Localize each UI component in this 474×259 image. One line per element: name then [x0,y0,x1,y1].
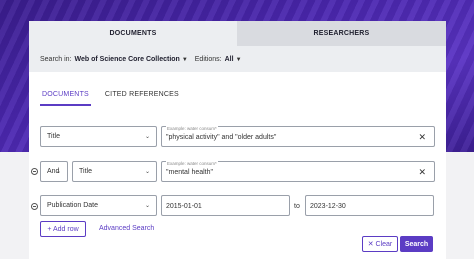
field-select-row1[interactable]: Title ⌄ [40,126,157,147]
date-range-to-label: to [294,203,300,210]
editions-value: All [224,55,234,63]
add-row-button[interactable]: + Add row [40,221,86,237]
input-placeholder: Example: water consum* [166,126,218,131]
chevron-down-icon: ⌄ [55,169,61,175]
tab-documents[interactable]: DOCUMENTS [29,21,237,46]
field-select-row3[interactable]: Publication Date ⌄ [40,195,157,216]
subtab-documents[interactable]: DOCUMENTS [40,91,91,106]
field-select-row2[interactable]: Title ⌄ [72,161,157,182]
field-select-value: Title [79,168,92,175]
editions-dropdown[interactable]: All ▼ [225,56,242,63]
chevron-down-icon: ⌄ [144,169,150,175]
search-in-bar: Search in: Web of Science Core Collectio… [29,46,446,72]
chevron-down-icon: ▼ [235,56,242,63]
remove-row-icon[interactable] [31,203,38,210]
field-select-value: Publication Date [47,202,98,209]
remove-row-icon[interactable] [31,168,38,175]
subtab-cited-references[interactable]: CITED REFERENCES [105,91,179,106]
search-input-row2[interactable]: Example: water consum* "mental health" ✕ [161,161,435,182]
top-tab-bar: DOCUMENTS RESEARCHERS [29,21,446,46]
input-value: "mental health" [166,169,213,176]
search-input-row1[interactable]: Example: water consum* "physical activit… [161,126,435,147]
editions-label: Editions: [194,55,222,63]
chevron-down-icon: ▼ [181,56,188,63]
field-select-value: Title [47,133,60,140]
tab-researchers[interactable]: RESEARCHERS [237,21,446,46]
close-icon[interactable]: ✕ [418,132,426,143]
search-in-label: Search in: [40,55,72,63]
collection-dropdown[interactable]: Web of Science Core Collection ▼ [75,56,188,63]
operator-select-row2[interactable]: And ⌄ [40,161,68,182]
date-to-value: 2023-12-30 [310,203,346,210]
search-button[interactable]: Search [400,236,433,252]
sub-tab-bar: DOCUMENTS CITED REFERENCES [40,91,179,106]
collection-value: Web of Science Core Collection [74,55,180,63]
chevron-down-icon: ⌄ [144,134,150,140]
advanced-search-link[interactable]: Advanced Search [99,225,154,232]
chevron-down-icon: ⌄ [144,203,150,209]
clear-button[interactable]: ✕ Clear [362,236,398,252]
date-from-value: 2015-01-01 [166,203,202,210]
search-card: DOCUMENTS RESEARCHERS Search in: Web of … [29,21,446,259]
date-to-input[interactable]: 2023-12-30 [305,195,434,216]
close-icon[interactable]: ✕ [418,167,426,178]
input-value: "physical activity" and "older adults" [166,134,277,141]
date-from-input[interactable]: 2015-01-01 [161,195,290,216]
input-placeholder: Example: water consum* [166,161,218,166]
